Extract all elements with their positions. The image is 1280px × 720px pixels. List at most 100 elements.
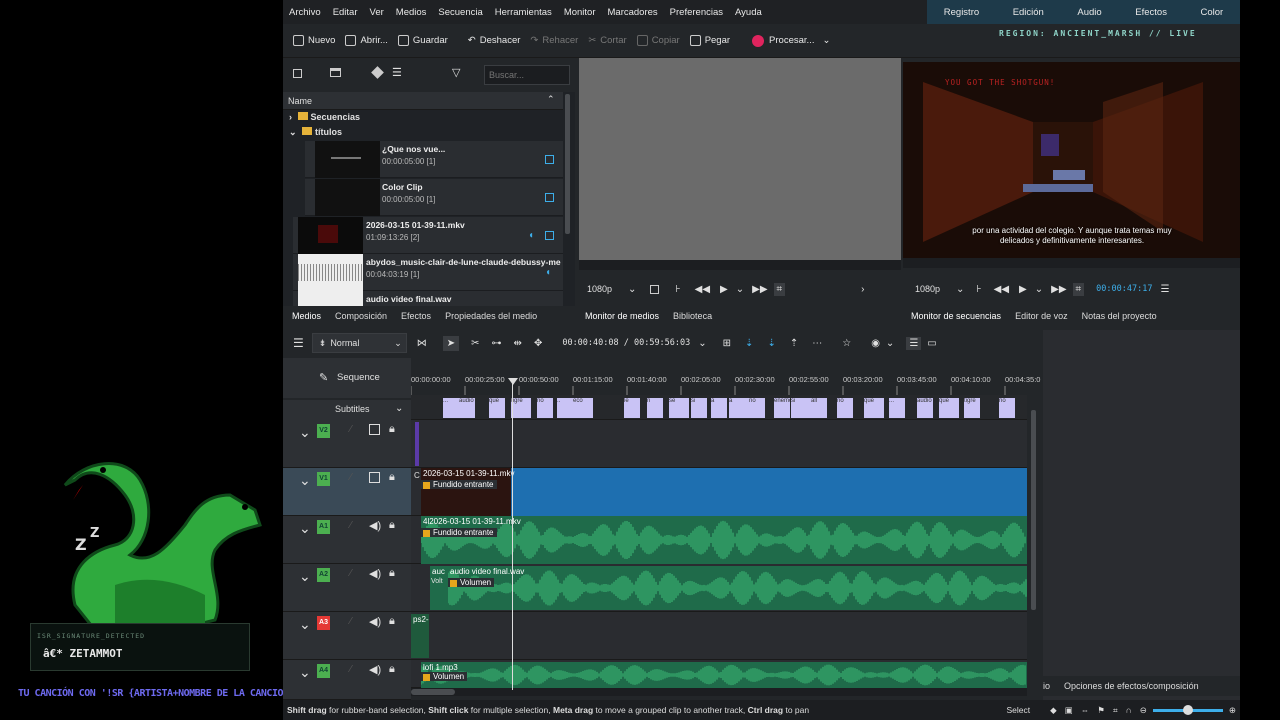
audio-clip[interactable]: audio video final.wav Volumen (448, 566, 1027, 610)
bin-clip-item[interactable]: abydos_music-clair-de-lune-claude-debuss… (293, 254, 563, 291)
tab-editor-voz[interactable]: Editor de voz (1015, 311, 1068, 321)
marker-icon[interactable]: ⚑ (1097, 705, 1105, 716)
tab-biblioteca[interactable]: Biblioteca (673, 311, 712, 321)
chevron-down-icon[interactable]: ⌄ (395, 403, 403, 414)
audio-clip-small[interactable]: auc Volt (430, 566, 448, 610)
track-lane-a1[interactable]: 4l2026-03-15 01-39-11.mkv Fundido entran… (411, 516, 1027, 564)
tab-notas[interactable]: Notas del proyecto (1082, 311, 1157, 321)
hamburger-icon[interactable]: ☰ (293, 336, 304, 350)
workspace-audio[interactable]: Audio (1077, 7, 1101, 18)
collapse-icon[interactable]: ⌄ (299, 424, 311, 441)
render-button[interactable]: Procesar... ⌄ (752, 34, 830, 47)
playhead-handle[interactable] (508, 378, 518, 385)
subtitle-block[interactable]: no (537, 398, 553, 418)
collapse-icon[interactable]: ⌄ (299, 616, 311, 633)
bin-search-input[interactable] (484, 65, 570, 85)
forward-icon[interactable]: ▶▶ (1051, 284, 1066, 295)
subtitle-block[interactable]: tigre (964, 398, 980, 418)
lock-icon[interactable]: 🔒︎ (389, 615, 395, 628)
menu-herramientas[interactable]: Herramientas (495, 7, 552, 18)
razor-tool-icon[interactable]: ✂ (471, 338, 479, 349)
timeline-hscroll[interactable] (411, 688, 1027, 696)
mute-icon[interactable]: ◀) (369, 615, 381, 628)
sequence-monitor-view[interactable]: YOU GOT THE SHOTGUN! por una actividad d… (903, 62, 1240, 258)
subtitle-block[interactable]: ri (647, 398, 663, 418)
undo-button[interactable]: ↶ Deshacer (468, 35, 521, 46)
timeline-timecode[interactable]: 00:00:40:08 / 00:59:56:03 (562, 338, 690, 348)
track-tag-a2[interactable]: A2 (317, 568, 330, 582)
bin-col-name[interactable]: Name (288, 96, 312, 106)
effect-icon[interactable]: ⁄ (350, 424, 352, 435)
collapse-icon[interactable]: ⌄ (299, 520, 311, 537)
sequence-monitor-ruler[interactable] (903, 258, 1240, 268)
subtitle-block[interactable]: a (729, 398, 749, 418)
tab-monitor-secuencias[interactable]: Monitor de secuencias (911, 311, 1001, 321)
lock-icon[interactable]: 🔒︎ (389, 423, 395, 436)
collapse-icon[interactable]: ⌄ (299, 472, 311, 489)
seq-resolution-select[interactable]: 1080p (915, 284, 940, 294)
menu-ayuda[interactable]: Ayuda (735, 7, 762, 18)
effect-icon[interactable]: ⁄ (350, 664, 352, 675)
snap-icon[interactable]: ∩ (1126, 705, 1132, 715)
audio-clip-small[interactable]: ps2- (411, 614, 429, 658)
subtitle-block[interactable]: si (691, 398, 707, 418)
track-tag-v2[interactable]: V2 (317, 424, 330, 438)
mute-icon[interactable]: ◀) (369, 663, 381, 676)
tab-composicion[interactable]: Composición (335, 311, 387, 321)
subtitle-block[interactable]: enemo (774, 398, 790, 418)
play-icon[interactable]: ▶ (1019, 284, 1027, 295)
subtitle-block[interactable]: audio (917, 398, 933, 418)
subtitle-block[interactable]: no (837, 398, 853, 418)
bin-scrollbar[interactable] (565, 94, 570, 234)
filter-icon[interactable]: ▽ (452, 66, 460, 79)
effect-icon[interactable]: ⁄ (350, 568, 352, 579)
expand-icon[interactable]: › (861, 284, 864, 295)
subtitle-block[interactable]: a (711, 398, 727, 418)
zone-icon[interactable]: ⌗ (1072, 282, 1085, 296)
sequence-edit-icon[interactable]: ✎ (319, 371, 328, 384)
edit-mode-select[interactable]: ⇟ Normal ⌄ (311, 333, 407, 353)
track-tag-v1[interactable]: V1 (317, 472, 330, 486)
bin-clip-item[interactable]: ¿Que nos vue... 00:00:05:00 [1] (305, 141, 563, 178)
track-lane-a2[interactable]: auc Volt audio video final.wav Volumen (411, 564, 1027, 612)
menu-monitor[interactable]: Monitor (564, 7, 596, 18)
extract-icon[interactable]: ⋯ (812, 338, 822, 349)
tab-medios[interactable]: Medios (292, 311, 321, 321)
track-lane-a3[interactable]: ps2- (411, 612, 1027, 660)
copy-button[interactable]: Copiar (636, 35, 680, 46)
subtitle-block[interactable]: se (669, 398, 689, 418)
view-mode-icon[interactable] (293, 69, 302, 78)
overwrite-icon[interactable]: ⇣ (767, 338, 775, 349)
tag-icon[interactable] (371, 66, 384, 79)
effect-badge[interactable]: Volumen (421, 672, 468, 681)
ripple-tool-icon[interactable]: ⇹ (514, 338, 522, 349)
subtitle-block[interactable]: que (939, 398, 959, 418)
bin-clip-item[interactable]: 2026-03-15 01-39-11.mkv 01:09:13:26 [2] … (293, 217, 563, 254)
open-button[interactable]: Abrir... (345, 35, 388, 46)
subtitle-block[interactable]: .. (557, 398, 573, 418)
effect-icon[interactable]: ⁄ (350, 616, 352, 627)
effect-badge[interactable]: Fundido entrante (421, 528, 497, 537)
bin-clip-item[interactable]: Color Clip 00:00:05:00 [1] (305, 179, 563, 216)
set-in-icon[interactable]: ⊦ (976, 284, 981, 295)
set-in-icon[interactable]: ⊦ (675, 284, 680, 295)
lock-icon[interactable]: 🔒︎ (389, 519, 395, 532)
add-folder-icon[interactable] (330, 68, 341, 77)
folder-secuencias[interactable]: › Secuencias (289, 112, 360, 122)
effect-icon[interactable]: ⁄ (350, 520, 352, 531)
timeline-vscroll[interactable] (1031, 410, 1036, 610)
menu-icon[interactable]: ☰ (392, 66, 402, 79)
menu-medios[interactable]: Medios (396, 7, 427, 18)
star-icon[interactable]: ☆ (842, 338, 851, 349)
mute-icon[interactable]: ◀) (369, 567, 381, 580)
subtitle-block[interactable]: le (624, 398, 640, 418)
timeline-ruler[interactable]: 00:00:00:00 00:00:25:00 00:00:50:00 00:01:1… (411, 358, 1041, 398)
multicam-icon[interactable]: ⊞ (723, 338, 731, 349)
slip-tool-icon[interactable]: ✥ (534, 338, 542, 349)
lock-icon[interactable]: 🔒︎ (389, 663, 395, 676)
effect-badge[interactable]: Fundido entrante (421, 480, 497, 489)
play-icon[interactable]: ▶ (720, 284, 728, 295)
save-icon[interactable]: ▣ (1065, 705, 1073, 716)
hide-track-icon[interactable] (369, 424, 380, 435)
subtitle-block[interactable]: no (749, 398, 765, 418)
